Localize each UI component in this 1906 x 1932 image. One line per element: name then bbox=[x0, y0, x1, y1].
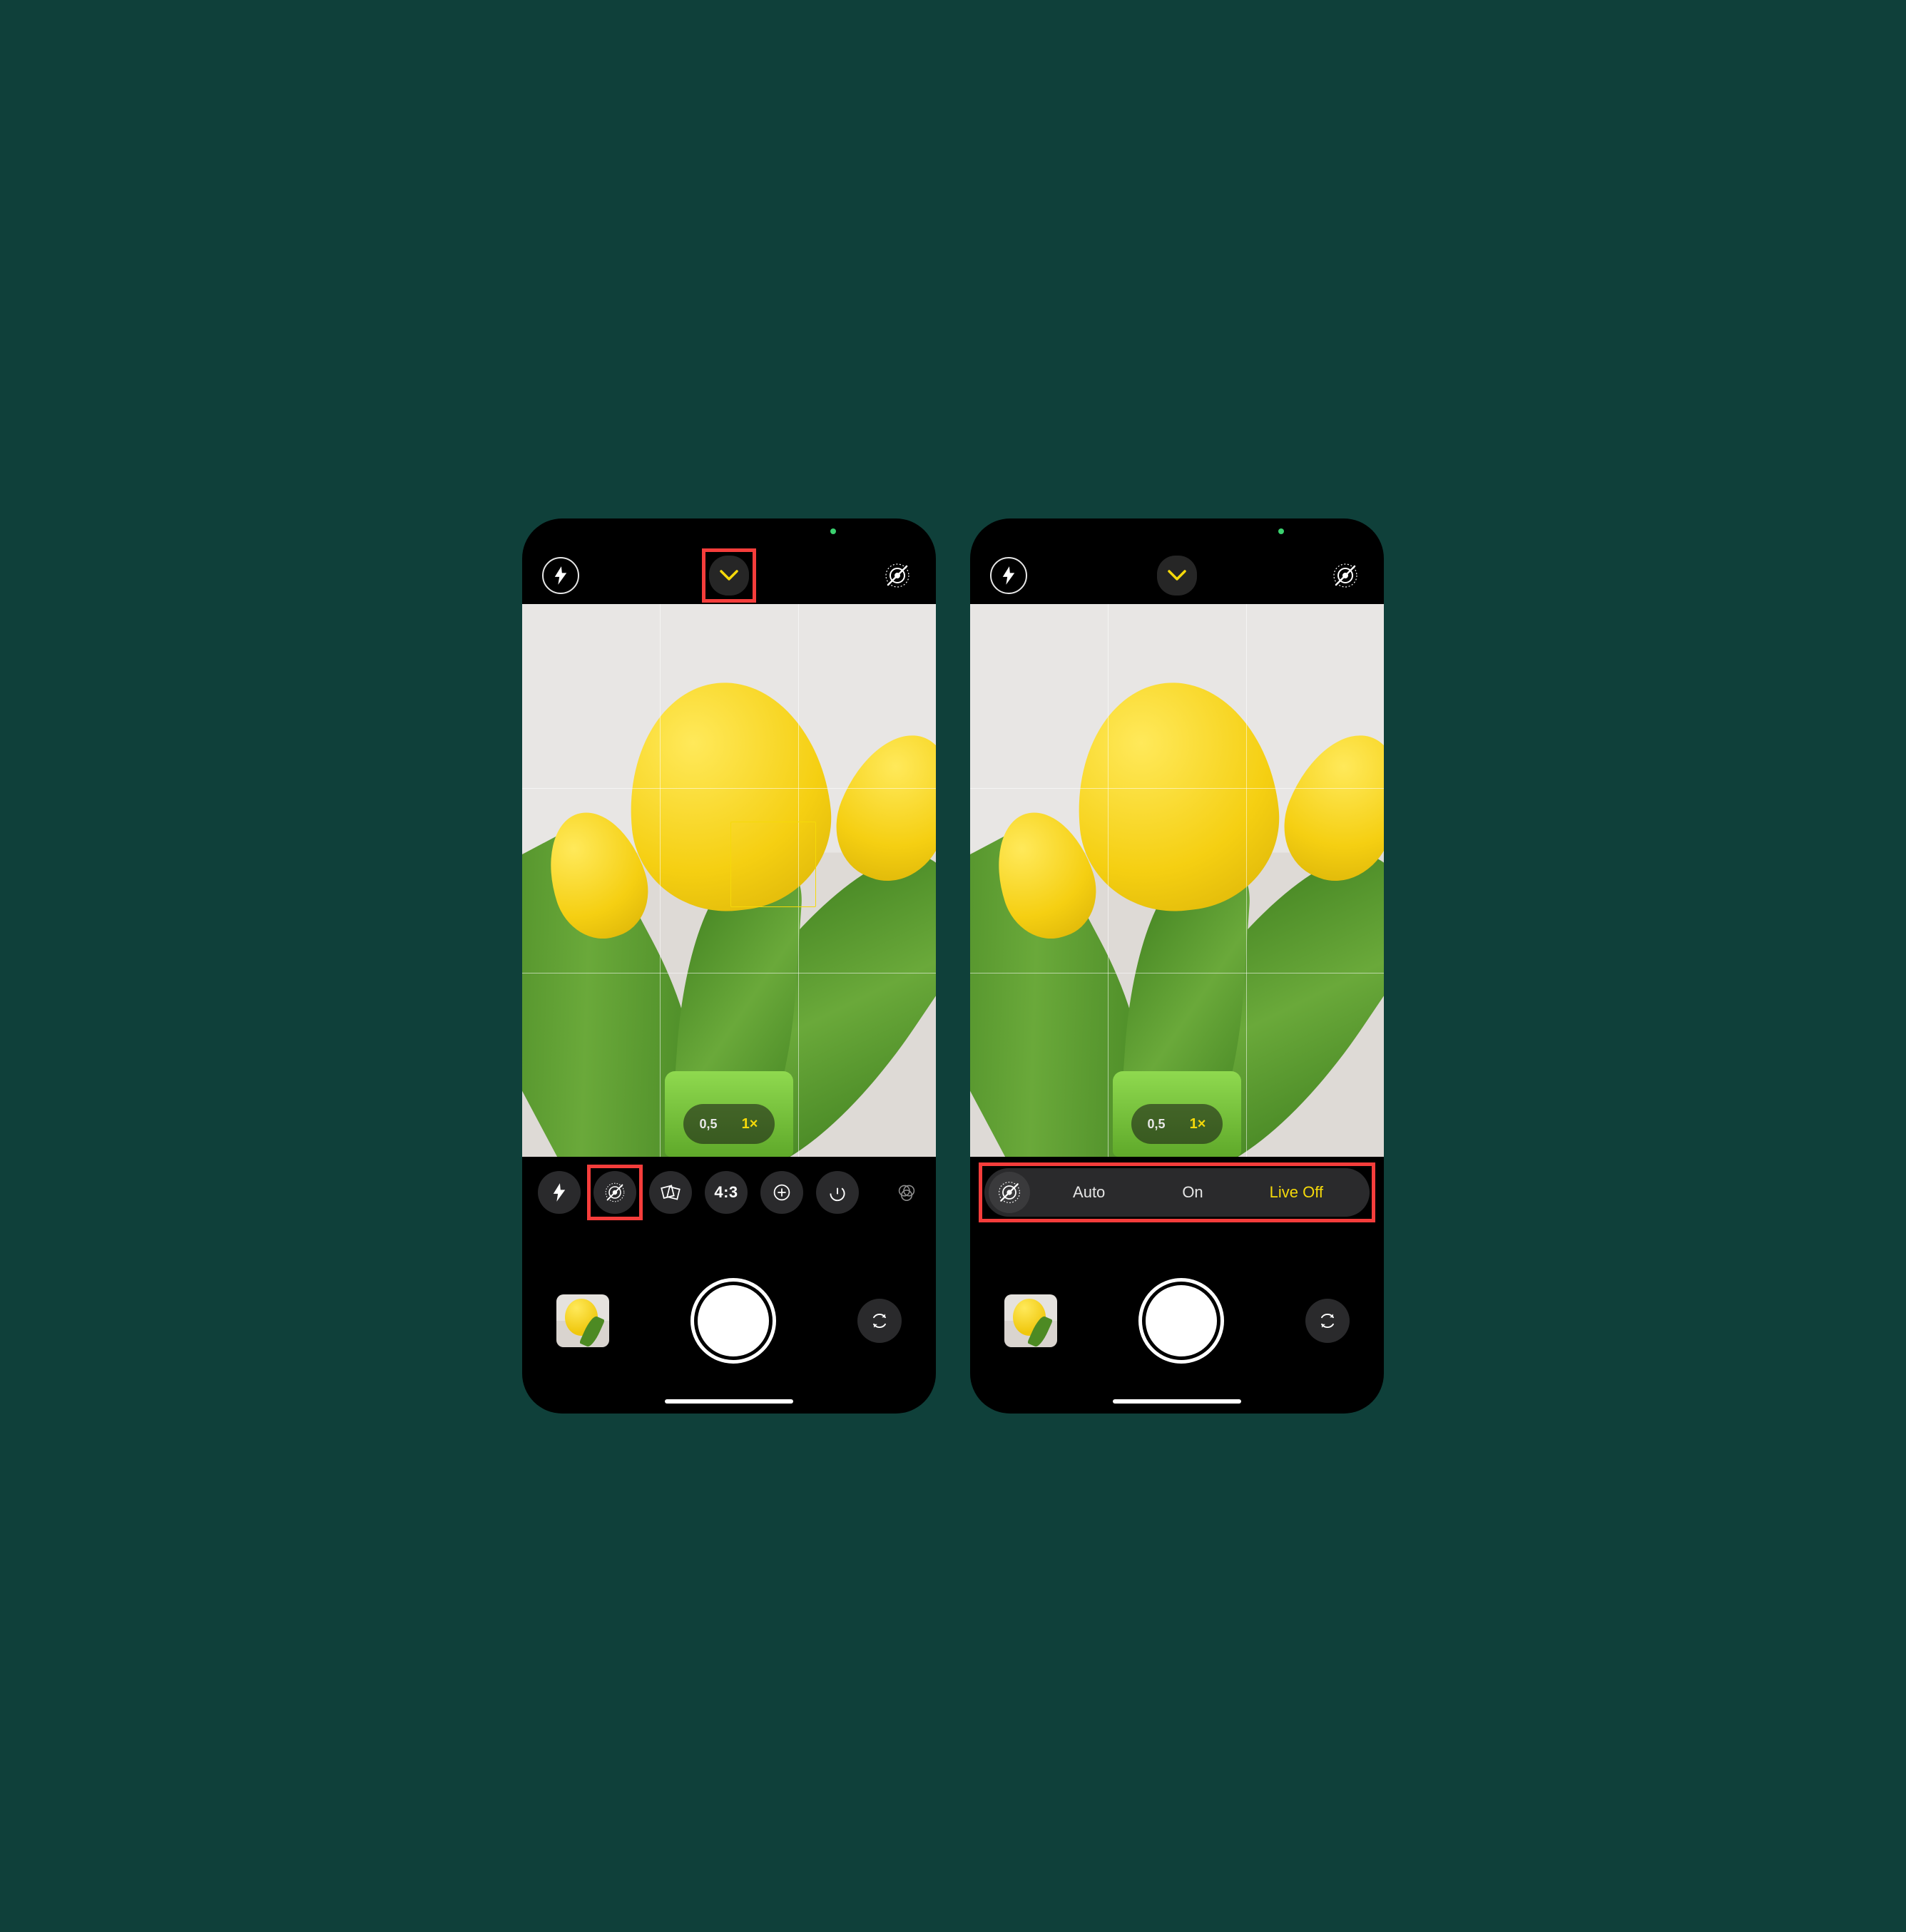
live-photo-toggle[interactable] bbox=[879, 557, 916, 594]
live-photo-options: Auto On Live Off bbox=[984, 1168, 1370, 1217]
timer-icon bbox=[826, 1181, 849, 1204]
switch-camera-button[interactable] bbox=[1305, 1299, 1350, 1343]
camera-active-dot-icon bbox=[830, 528, 836, 534]
zoom-selector[interactable]: 0,5 1× bbox=[683, 1104, 775, 1144]
photo-subject bbox=[1066, 673, 1288, 921]
grid-line bbox=[660, 604, 661, 1157]
shutter-button[interactable] bbox=[698, 1285, 769, 1356]
flash-icon bbox=[553, 566, 569, 585]
camera-tool-row: Auto On Live Off bbox=[970, 1157, 1384, 1228]
aspect-ratio-tool[interactable]: 4:3 bbox=[705, 1171, 748, 1214]
exposure-icon bbox=[770, 1181, 793, 1204]
flash-toggle[interactable] bbox=[542, 557, 579, 594]
flash-tool[interactable] bbox=[538, 1171, 581, 1214]
zoom-wide[interactable]: 0,5 bbox=[689, 1108, 728, 1140]
styles-icon bbox=[659, 1181, 682, 1204]
shutter-row bbox=[522, 1228, 936, 1414]
photo-subject bbox=[819, 718, 936, 897]
zoom-main[interactable]: 1× bbox=[1178, 1108, 1217, 1140]
focus-indicator bbox=[730, 822, 816, 907]
flash-icon bbox=[1001, 566, 1016, 585]
grid-line bbox=[970, 788, 1384, 789]
live-photo-off-icon bbox=[883, 561, 912, 590]
camera-app-left: 0,5 1× 4:3 bbox=[522, 518, 936, 1414]
status-bar bbox=[970, 518, 1384, 547]
filters-tool[interactable] bbox=[893, 1171, 920, 1214]
grid-line bbox=[1246, 604, 1247, 1157]
camera-active-dot-icon bbox=[1278, 528, 1284, 534]
photographic-styles-tool[interactable] bbox=[649, 1171, 692, 1214]
chevron-down-icon bbox=[720, 569, 738, 582]
live-photo-tool[interactable] bbox=[593, 1171, 636, 1214]
live-option-auto[interactable]: Auto bbox=[1037, 1183, 1141, 1202]
live-photo-off-icon bbox=[603, 1181, 626, 1204]
options-drawer-toggle[interactable] bbox=[1157, 556, 1197, 596]
exposure-tool[interactable] bbox=[760, 1171, 803, 1214]
live-photo-off-icon bbox=[1331, 561, 1360, 590]
timer-tool[interactable] bbox=[816, 1171, 859, 1214]
zoom-selector[interactable]: 0,5 1× bbox=[1131, 1104, 1223, 1144]
top-controls bbox=[970, 547, 1384, 604]
switch-camera-button[interactable] bbox=[857, 1299, 902, 1343]
viewfinder[interactable]: 0,5 1× bbox=[970, 604, 1384, 1157]
live-photo-off-icon bbox=[997, 1180, 1022, 1205]
grid-line bbox=[1108, 604, 1109, 1157]
camera-app-right: 0,5 1× Auto On Live Off bbox=[970, 518, 1384, 1414]
shutter-row bbox=[970, 1228, 1384, 1414]
last-photo-thumbnail[interactable] bbox=[556, 1294, 609, 1347]
zoom-main[interactable]: 1× bbox=[730, 1108, 769, 1140]
home-indicator[interactable] bbox=[1113, 1399, 1241, 1404]
status-bar bbox=[522, 518, 936, 547]
live-option-on[interactable]: On bbox=[1141, 1183, 1244, 1202]
top-controls bbox=[522, 547, 936, 604]
filters-icon bbox=[895, 1181, 918, 1204]
zoom-wide[interactable]: 0,5 bbox=[1137, 1108, 1176, 1140]
shutter-button[interactable] bbox=[1146, 1285, 1217, 1356]
options-drawer-toggle[interactable] bbox=[709, 556, 749, 596]
switch-camera-icon bbox=[1316, 1309, 1339, 1332]
flash-toggle[interactable] bbox=[990, 557, 1027, 594]
live-photo-tool[interactable] bbox=[989, 1172, 1030, 1213]
home-indicator[interactable] bbox=[665, 1399, 793, 1404]
last-photo-thumbnail[interactable] bbox=[1004, 1294, 1057, 1347]
camera-tool-row: 4:3 bbox=[522, 1157, 936, 1228]
live-option-off[interactable]: Live Off bbox=[1245, 1183, 1348, 1202]
chevron-down-icon bbox=[1168, 569, 1186, 582]
flash-icon bbox=[551, 1182, 567, 1202]
grid-line bbox=[522, 788, 936, 789]
aspect-ratio-label: 4:3 bbox=[714, 1183, 738, 1202]
photo-subject bbox=[1267, 718, 1384, 897]
viewfinder[interactable]: 0,5 1× bbox=[522, 604, 936, 1157]
live-photo-toggle[interactable] bbox=[1327, 557, 1364, 594]
switch-camera-icon bbox=[868, 1309, 891, 1332]
